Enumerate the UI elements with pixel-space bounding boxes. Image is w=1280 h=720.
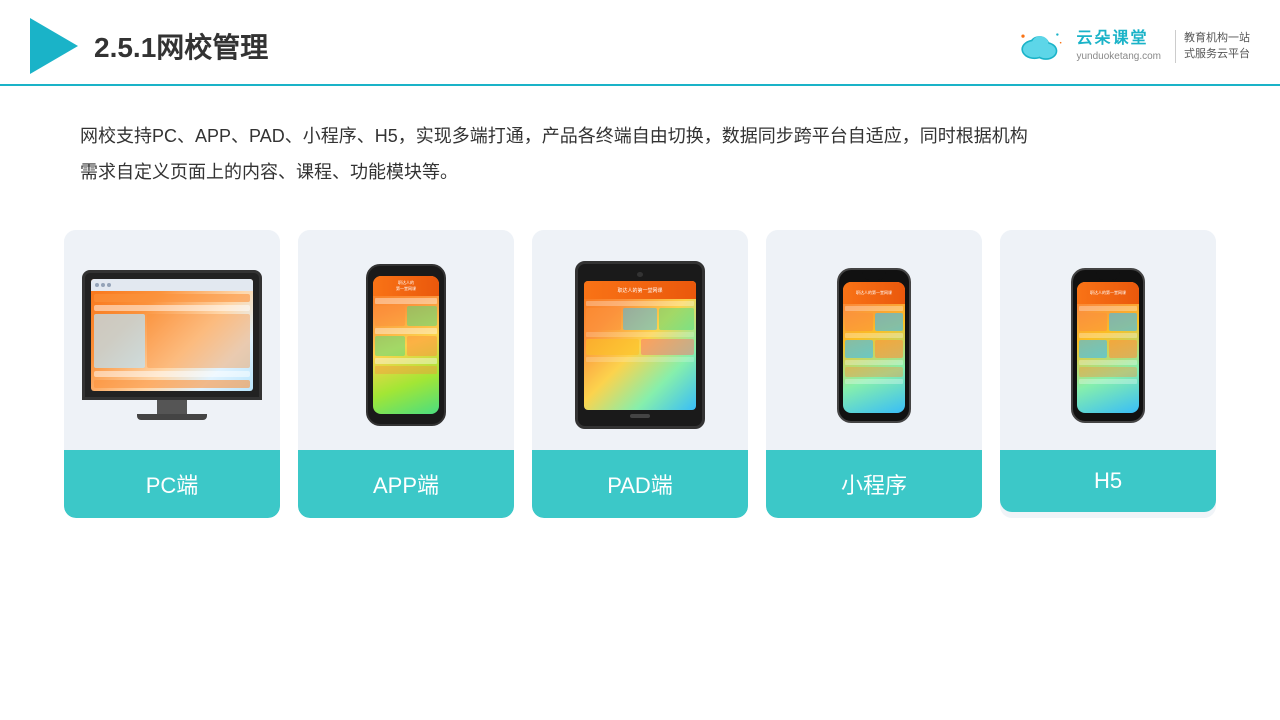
description-line2: 需求自定义页面上的内容、课程、功能模块等。: [80, 162, 458, 182]
card-pad-label: PAD端: [532, 450, 748, 518]
card-miniapp-image: 职达人的第一堂网课: [766, 230, 982, 450]
tablet-mockup: 职达人的第一堂网课: [575, 261, 705, 429]
brand-slogan: 教育机构一站式服务云平台: [1175, 30, 1250, 63]
tablet-camera: [637, 272, 643, 277]
monitor-screen: [91, 279, 253, 391]
description-text: 网校支持PC、APP、PAD、小程序、H5，实现多端打通，产品各终端自由切换，数…: [0, 86, 1280, 210]
brand-text: 云朵课堂 yunduoketang.com: [1076, 29, 1161, 63]
card-h5: 职达人的第一堂网课: [1000, 230, 1216, 518]
brand-url: yunduoketang.com: [1076, 50, 1161, 63]
card-miniapp: 职达人的第一堂网课: [766, 230, 982, 518]
phone-notch: [392, 266, 420, 274]
phone-mockup-app: 职达人的第一堂网课: [366, 264, 446, 426]
card-pc: PC端: [64, 230, 280, 518]
card-app-image: 职达人的第一堂网课: [298, 230, 514, 450]
card-app-label: APP端: [298, 450, 514, 518]
card-pad-image: 职达人的第一堂网课: [532, 230, 748, 450]
card-app: 职达人的第一堂网课: [298, 230, 514, 518]
header-right: 云朵课堂 yunduoketang.com 教育机构一站式服务云平台: [1016, 28, 1250, 64]
tablet-screen: 职达人的第一堂网课: [584, 281, 696, 410]
page-title: 2.5.1网校管理: [94, 26, 268, 66]
card-h5-image: 职达人的第一堂网课: [1000, 230, 1216, 450]
card-pc-image: [64, 230, 280, 450]
card-pc-label: PC端: [64, 450, 280, 518]
phone-mockup-miniapp: 职达人的第一堂网课: [837, 268, 911, 423]
phone-small-notch: [862, 270, 886, 280]
card-miniapp-label: 小程序: [766, 450, 982, 518]
cloud-icon: [1016, 28, 1066, 64]
page-header: 2.5.1网校管理 云朵课堂 yunduoketang.com 教育机构一站式服…: [0, 0, 1280, 86]
logo-triangle-icon: [30, 18, 78, 74]
brand-name: 云朵课堂: [1076, 29, 1148, 50]
brand-logo: [1016, 28, 1066, 64]
tablet-home-button: [630, 414, 650, 418]
phone-mockup-h5: 职达人的第一堂网课: [1071, 268, 1145, 423]
phone-screen: 职达人的第一堂网课: [373, 276, 439, 414]
cards-section: PC端 职达人的第一堂网课: [0, 210, 1280, 518]
phone-h5-notch: [1096, 270, 1120, 280]
monitor-frame: [82, 270, 262, 400]
header-left: 2.5.1网校管理: [30, 18, 268, 74]
phone-small-screen: 职达人的第一堂网课: [843, 282, 905, 413]
description-line1: 网校支持PC、APP、PAD、小程序、H5，实现多端打通，产品各终端自由切换，数…: [80, 126, 1028, 146]
pc-mockup: [82, 270, 262, 420]
phone-h5-screen: 职达人的第一堂网课: [1077, 282, 1139, 413]
card-pad: 职达人的第一堂网课: [532, 230, 748, 518]
card-h5-label: H5: [1000, 450, 1216, 512]
